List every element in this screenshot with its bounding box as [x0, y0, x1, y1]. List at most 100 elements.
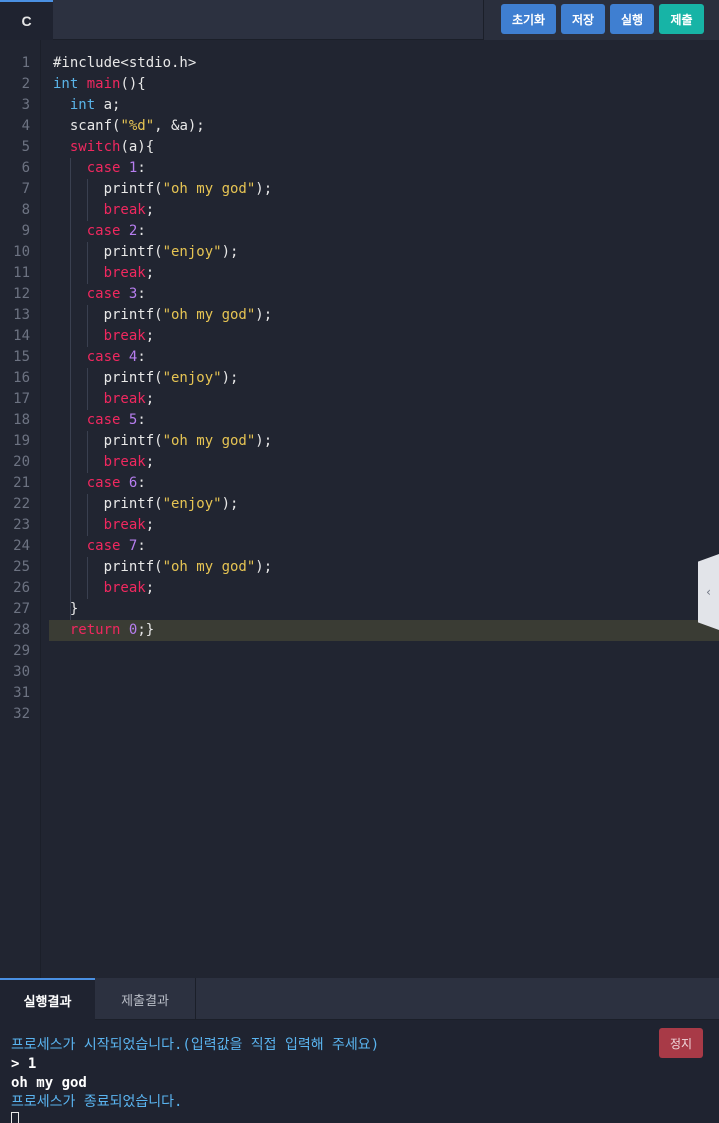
code-token: case	[86, 160, 121, 176]
code-token: scanf(	[53, 118, 121, 134]
line-number: 8	[21, 202, 30, 218]
code-token: printf(	[53, 181, 163, 197]
code-token: "%d"	[120, 118, 155, 134]
line-number: 27	[13, 601, 30, 617]
code-token: , &a);	[154, 118, 205, 134]
line-number: 14	[13, 328, 30, 344]
line-number: 23	[13, 517, 30, 533]
code-token: int	[53, 76, 79, 92]
code-line: break;	[53, 578, 155, 599]
code-editor[interactable]: 1 2 3 4 5 6 7 8 9 10 11 12 13 14 15 16 17 18 19 20 21 22 23 24 2…	[0, 40, 719, 978]
chevron-left-icon: ‹	[706, 585, 711, 599]
code-token: :	[137, 412, 146, 428]
line-number: 26	[13, 580, 30, 596]
code-token: ;	[145, 454, 155, 470]
code-line: printf("oh my god");	[53, 557, 273, 578]
code-line: int main(){	[53, 74, 146, 95]
code-token: ;}	[137, 622, 155, 638]
console-cursor	[11, 1112, 19, 1123]
code-token: );	[221, 370, 239, 386]
code-token: :	[137, 538, 146, 554]
code-line: scanf("%d", &a);	[53, 116, 205, 137]
code-line: break;	[53, 200, 155, 221]
run-button[interactable]: 실행	[610, 4, 654, 34]
code-line: printf("enjoy");	[53, 368, 239, 389]
code-token: case	[86, 475, 121, 491]
code-token: break	[103, 454, 146, 470]
code-line: return 0;}	[53, 620, 154, 641]
tab-run-result[interactable]: 실행결과	[0, 978, 95, 1020]
code-line: case 5:	[53, 410, 146, 431]
submit-button[interactable]: 제출	[659, 4, 704, 34]
code-token: "enjoy"	[162, 244, 222, 260]
code-token: break	[103, 517, 146, 533]
code-line: printf("oh my god");	[53, 305, 273, 326]
code-token: );	[221, 244, 239, 260]
code-token: #include<stdio.h>	[53, 55, 197, 71]
code-token: case	[86, 349, 121, 365]
code-line: case 3:	[53, 284, 146, 305]
reset-button[interactable]: 초기화	[501, 4, 556, 34]
code-line: printf("oh my god");	[53, 179, 273, 200]
console-line: 프로세스가 시작되었습니다.(입력값을 직접 입력해 주세요)	[11, 1037, 380, 1053]
line-number: 4	[21, 118, 30, 134]
code-token: printf(	[53, 559, 163, 575]
editor-toolbar: C 초기화 저장 실행 제출	[0, 0, 719, 40]
console-output[interactable]: 정지 프로세스가 시작되었습니다.(입력값을 직접 입력해 주세요) > 1 oh …	[0, 1020, 719, 1123]
code-token: );	[221, 496, 239, 512]
code-token: ;	[145, 517, 155, 533]
code-token: );	[255, 181, 273, 197]
line-number: 19	[13, 433, 30, 449]
code-token: :	[137, 223, 146, 239]
line-number: 21	[13, 475, 30, 491]
line-number: 32	[13, 706, 30, 722]
tab-submit-result[interactable]: 제출결과	[95, 978, 196, 1020]
code-token: return	[69, 622, 121, 638]
line-number: 22	[13, 496, 30, 512]
code-line: printf("oh my god");	[53, 431, 273, 452]
code-token: ;	[145, 580, 155, 596]
language-tab[interactable]: C	[0, 0, 53, 40]
code-token: );	[255, 307, 273, 323]
code-token: break	[103, 391, 146, 407]
code-area[interactable]: #include<stdio.h> int main(){ int a; scan…	[41, 40, 719, 978]
code-token: case	[86, 223, 121, 239]
code-line: printf("enjoy");	[53, 494, 239, 515]
code-token: printf(	[53, 496, 163, 512]
code-token: (){	[120, 76, 146, 92]
code-line: break;	[53, 515, 155, 536]
line-number: 13	[13, 307, 30, 323]
code-token: break	[103, 202, 146, 218]
code-token: printf(	[53, 370, 163, 386]
code-token: printf(	[53, 307, 163, 323]
line-number: 15	[13, 349, 30, 365]
code-line: case 7:	[53, 536, 146, 557]
console-line: 프로세스가 종료되었습니다.	[11, 1094, 183, 1110]
save-button[interactable]: 저장	[561, 4, 605, 34]
code-line: case 1:	[53, 158, 146, 179]
line-number: 11	[13, 265, 30, 281]
code-token: printf(	[53, 244, 163, 260]
stop-button[interactable]: 정지	[659, 1028, 703, 1058]
toolbar-button-group: 초기화 저장 실행 제출	[483, 0, 719, 40]
line-number: 9	[21, 223, 30, 239]
code-token: ;	[145, 328, 155, 344]
code-line: case 6:	[53, 473, 146, 494]
code-line: printf("enjoy");	[53, 242, 239, 263]
line-number: 18	[13, 412, 30, 428]
side-panel-handle[interactable]: ‹	[698, 554, 719, 630]
